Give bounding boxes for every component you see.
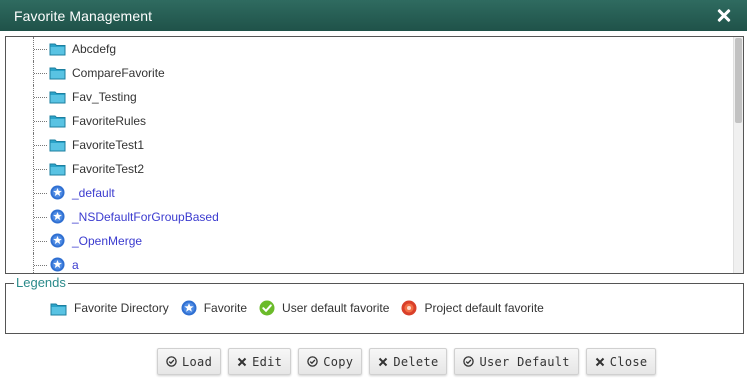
legends-panel: Legends Favorite Directory Favorite User…	[5, 275, 744, 334]
check-circle-icon	[463, 356, 475, 367]
tree-item-label: a	[72, 258, 79, 272]
legend-item-user-default: User default favorite	[259, 300, 389, 316]
tree-connector	[34, 241, 47, 242]
dialog-title: Favorite Management	[14, 7, 153, 24]
x-icon	[237, 357, 247, 367]
copy-button-label: Copy	[323, 354, 354, 369]
delete-button[interactable]: Delete	[369, 348, 448, 375]
tree-connector	[34, 97, 47, 98]
tree-item-label: CompareFavorite	[72, 66, 165, 80]
folder-icon	[50, 303, 67, 315]
tree-item-directory[interactable]: FavoriteRules	[6, 109, 732, 133]
edit-button-label: Edit	[252, 354, 283, 369]
tree-item-directory[interactable]: Abcdefg	[6, 37, 732, 61]
legend-item-project-default: Project default favorite	[401, 300, 544, 316]
tree-item-directory[interactable]: Fav_Testing	[6, 85, 732, 109]
tree-item-label: _default	[72, 186, 115, 200]
tree-item-label: FavoriteTest2	[72, 162, 145, 176]
tree-connector	[34, 121, 47, 122]
tree-item-favorite[interactable]: _OpenMerge	[6, 229, 732, 253]
user-default-button-label: User Default	[479, 354, 570, 369]
user-default-button[interactable]: User Default	[454, 348, 579, 375]
tree-item-label: FavoriteRules	[72, 114, 147, 128]
tree-item-directory[interactable]: FavoriteTest2	[6, 157, 732, 181]
folder-icon	[49, 139, 66, 152]
tree-connector	[34, 193, 47, 194]
tree-item-label: Abcdefg	[72, 42, 117, 56]
favorite-star-icon	[50, 209, 65, 224]
tree-guide-line	[33, 253, 34, 273]
tree-item-label: Fav_Testing	[72, 90, 137, 104]
x-icon	[378, 357, 388, 367]
check-circle-icon	[166, 356, 177, 367]
load-button-label: Load	[182, 354, 213, 369]
folder-icon	[49, 67, 66, 80]
favorite-star-icon	[50, 233, 65, 248]
tree-item-directory[interactable]: CompareFavorite	[6, 61, 732, 85]
project-default-icon	[401, 300, 417, 316]
tree-connector	[34, 73, 47, 74]
legend-label: Project default favorite	[424, 301, 544, 315]
favorite-tree[interactable]: Abcdefg CompareFavorite Fav_Testing Favorit…	[5, 36, 744, 274]
favorite-star-icon	[50, 185, 65, 200]
delete-button-label: Delete	[393, 354, 439, 369]
scrollbar-thumb[interactable]	[735, 38, 742, 123]
tree-item-label: FavoriteTest1	[72, 138, 145, 152]
tree-item-label: _NSDefaultForGroupBased	[72, 210, 219, 224]
legend-label: Favorite	[203, 301, 248, 315]
tree-connector	[34, 49, 47, 50]
x-icon	[595, 357, 605, 367]
folder-icon	[49, 91, 66, 104]
check-circle-icon	[307, 356, 318, 367]
favorite-star-icon	[50, 257, 65, 272]
tree-item-favorite[interactable]: _NSDefaultForGroupBased	[6, 205, 732, 229]
legend-label: User default favorite	[282, 301, 390, 315]
tree-connector	[34, 169, 47, 170]
tree-scrollbar[interactable]	[733, 37, 743, 273]
legend-item-directory: Favorite Directory	[50, 301, 169, 316]
copy-button[interactable]: Copy	[298, 348, 363, 375]
user-default-check-icon	[259, 300, 275, 316]
legends-title: Legends	[14, 275, 68, 290]
load-button[interactable]: Load	[157, 348, 222, 375]
tree-item-favorite[interactable]: _default	[6, 181, 732, 205]
button-bar: Load Edit Copy Delete User Default Close	[157, 348, 663, 375]
tree-item-directory[interactable]: FavoriteTest1	[6, 133, 732, 157]
edit-button[interactable]: Edit	[228, 348, 292, 375]
folder-icon	[49, 115, 66, 128]
legend-item-favorite: Favorite	[181, 300, 247, 316]
favorite-star-icon	[181, 300, 197, 316]
dialog-titlebar: Favorite Management	[0, 0, 747, 31]
close-button[interactable]: Close	[585, 348, 657, 375]
legend-label: Favorite Directory	[74, 301, 169, 315]
folder-icon	[49, 43, 66, 56]
tree-connector	[34, 217, 47, 218]
tree-connector	[34, 265, 47, 266]
tree-item-label: _OpenMerge	[72, 234, 143, 248]
folder-icon	[49, 163, 66, 176]
tree-item-favorite[interactable]: a	[6, 253, 732, 273]
tree-connector	[34, 145, 47, 146]
close-button-label: Close	[609, 354, 648, 369]
close-icon[interactable]	[715, 7, 733, 25]
